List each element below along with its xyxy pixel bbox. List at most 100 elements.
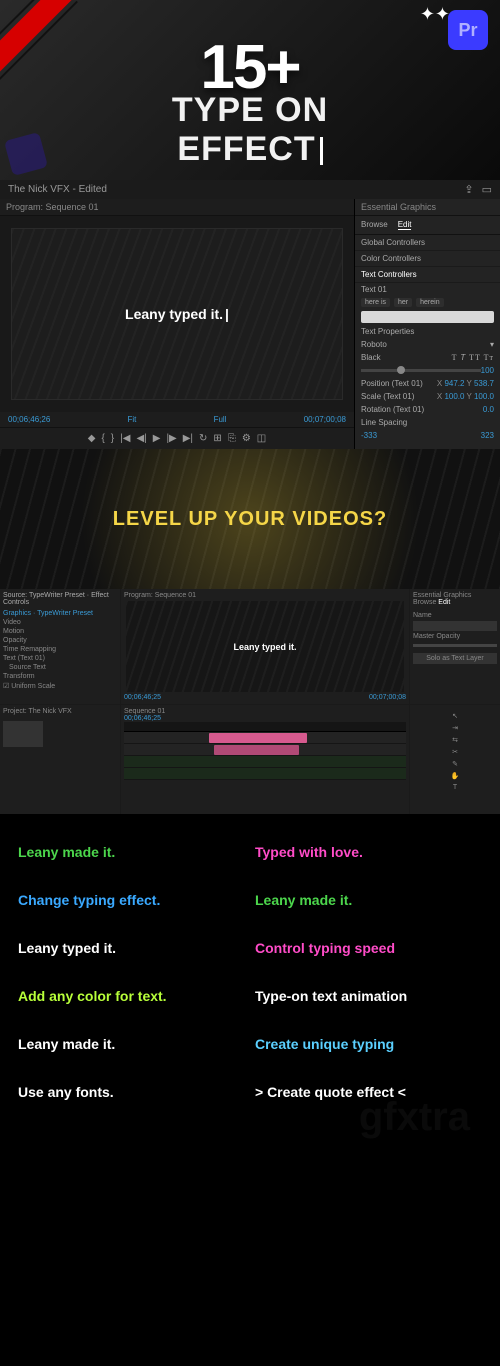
- preview-text-2: Leany typed it.: [233, 642, 296, 652]
- project-tab[interactable]: Project: The Nick VFX: [3, 708, 117, 715]
- eg-size-slider[interactable]: [361, 369, 481, 372]
- fx-motion[interactable]: Motion: [3, 628, 117, 635]
- essential-graphics-panel: Essential Graphics Browse Edit Global Co…: [355, 199, 500, 449]
- track-a1[interactable]: [124, 756, 406, 768]
- fx-text[interactable]: Text (Text 01): [3, 655, 117, 662]
- fx-transform[interactable]: Transform: [3, 673, 117, 680]
- eg-props-label: Text Properties: [361, 327, 414, 336]
- workspace-icon[interactable]: ▭: [482, 183, 492, 196]
- fx-sourcetext[interactable]: Source Text: [3, 664, 117, 671]
- video-header[interactable]: Video: [3, 619, 117, 626]
- eg-browse-2[interactable]: Browse: [413, 599, 436, 606]
- safe-margins-button[interactable]: ⊞: [213, 433, 221, 444]
- eg-solo-button[interactable]: Solo as Text Layer: [413, 653, 497, 664]
- eg-font-style-buttons[interactable]: T T TT Tт: [452, 353, 494, 362]
- eg-title-2[interactable]: Essential Graphics: [413, 592, 497, 599]
- share-icon[interactable]: ⇪: [464, 183, 473, 196]
- transport-controls: ◆ { } |◀ ◀| ▶ |▶ ▶| ↻ ⊞ ⎘ ⚙ ◫: [0, 427, 354, 449]
- play-button[interactable]: ▶: [153, 433, 161, 444]
- cursor-icon: [320, 137, 323, 165]
- eg-scale-label: Scale (Text 01): [361, 392, 414, 401]
- source-tab[interactable]: Source: TypeWriter Preset: [3, 592, 85, 599]
- sample-text: Leany made it.: [18, 1036, 245, 1052]
- pill-3[interactable]: herein: [416, 298, 443, 307]
- clip-graphic-2[interactable]: [214, 745, 299, 755]
- eg-opacity-slider[interactable]: [413, 644, 497, 647]
- fx-opacity[interactable]: Opacity: [3, 637, 117, 644]
- track-select-tool-icon[interactable]: ⇥: [452, 724, 458, 732]
- eg-text-input[interactable]: [361, 311, 494, 323]
- goto-prev-button[interactable]: |◀: [120, 433, 130, 444]
- uniform-scale-checkbox[interactable]: ☑: [3, 683, 9, 690]
- program-tab[interactable]: Program: Sequence 01: [0, 199, 354, 216]
- eg-text-section[interactable]: Text Controllers: [355, 267, 500, 283]
- pen-tool-icon[interactable]: ✎: [452, 760, 458, 768]
- eg-edit-tab[interactable]: Edit: [398, 220, 412, 230]
- timecode-duration[interactable]: 00;07;00;08: [304, 415, 346, 424]
- tc-left-2[interactable]: 00;06;46;25: [124, 694, 161, 701]
- preview-canvas-2[interactable]: Leany typed it.: [126, 601, 404, 692]
- pill-1[interactable]: here is: [361, 298, 390, 307]
- sample-text: Add any color for text.: [18, 988, 245, 1004]
- eg-panel-title[interactable]: Essential Graphics: [355, 199, 500, 216]
- settings-button[interactable]: ⚙: [242, 433, 251, 444]
- timecode-row: 00;06;46;26 Fit Full 00;07;00;08: [0, 412, 354, 427]
- eg-name-input[interactable]: [413, 621, 497, 631]
- track-v1[interactable]: [124, 744, 406, 756]
- project-bin-item[interactable]: [3, 721, 43, 747]
- eg-spacing-b[interactable]: 323: [481, 431, 494, 440]
- eg-size-value[interactable]: 100: [481, 366, 494, 375]
- eg-scale-x[interactable]: 100.0: [444, 392, 464, 401]
- quality-dropdown[interactable]: Full: [214, 415, 227, 424]
- marker-button[interactable]: ◆: [88, 433, 96, 444]
- app-titlebar: The Nick VFX - Edited ⇪ ▭: [0, 180, 500, 199]
- selection-tool-icon[interactable]: ↖: [452, 712, 458, 720]
- eg-scale-y[interactable]: 100.0: [474, 392, 494, 401]
- track-v2[interactable]: [124, 732, 406, 744]
- tc-right-2[interactable]: 00;07;00;08: [369, 694, 406, 701]
- eg-global-section[interactable]: Global Controllers: [355, 235, 500, 251]
- eg-color-section[interactable]: Color Controllers: [355, 251, 500, 267]
- clip-graphic[interactable]: [209, 733, 308, 743]
- comparison-button[interactable]: ◫: [257, 433, 266, 444]
- track-a2[interactable]: [124, 768, 406, 780]
- eg-edit-2[interactable]: Edit: [438, 599, 450, 606]
- ripple-tool-icon[interactable]: ⇆: [452, 736, 458, 744]
- timecode-current[interactable]: 00;06;46;26: [8, 415, 50, 424]
- step-fwd-button[interactable]: |▶: [166, 433, 176, 444]
- workspace-main: Program: Sequence 01 Leany typed it. 00;…: [0, 199, 500, 449]
- goto-next-button[interactable]: ▶|: [183, 433, 193, 444]
- eg-browse-tab[interactable]: Browse: [361, 220, 388, 230]
- mark-in-button[interactable]: {: [101, 433, 104, 444]
- preview-area[interactable]: Leany typed it.: [0, 216, 354, 412]
- export-frame-button[interactable]: ⎘: [228, 433, 236, 444]
- sample-text: Leany typed it.: [18, 940, 245, 956]
- timeline-tc[interactable]: 00;06;46;25: [124, 715, 406, 722]
- mark-out-button[interactable]: }: [111, 433, 114, 444]
- levelup-banner: LEVEL UP YOUR VIDEOS?: [0, 449, 500, 589]
- eg-pos-x[interactable]: 947.2: [444, 379, 464, 388]
- sequence-tab[interactable]: Sequence 01: [124, 708, 406, 715]
- eg-spacing-a[interactable]: -333: [361, 431, 377, 440]
- razor-tool-icon[interactable]: ✂: [452, 748, 458, 756]
- program-tab-2[interactable]: Program: Sequence 01: [124, 592, 406, 599]
- hand-tool-icon[interactable]: ✋: [451, 772, 460, 780]
- eg-panel-2: Essential Graphics Browse Edit Name Mast…: [410, 589, 500, 704]
- time-ruler[interactable]: [124, 722, 406, 732]
- type-tool-icon[interactable]: T: [453, 784, 457, 791]
- program-monitor: Program: Sequence 01 Leany typed it. 00;…: [0, 199, 355, 449]
- eg-rotation-value[interactable]: 0.0: [483, 405, 494, 414]
- eg-pos-y[interactable]: 538.7: [474, 379, 494, 388]
- fx-timeremap[interactable]: Time Remapping: [3, 646, 117, 653]
- sample-text: Create unique typing: [255, 1036, 482, 1052]
- pill-2[interactable]: her: [394, 298, 412, 307]
- sample-text: Typed with love.: [255, 844, 482, 860]
- eg-font-select[interactable]: Roboto: [361, 340, 387, 349]
- step-back-button[interactable]: ◀|: [136, 433, 146, 444]
- hero-subtitle: TYPE ON EFFECT: [125, 91, 375, 169]
- hero-banner: ✦✦ Pr 15+ TYPE ON EFFECT: [0, 0, 500, 180]
- loop-button[interactable]: ↻: [199, 433, 207, 444]
- sample-text: Use any fonts.: [18, 1084, 245, 1100]
- fit-dropdown[interactable]: Fit: [127, 415, 136, 424]
- eg-weight-select[interactable]: Black: [361, 353, 381, 362]
